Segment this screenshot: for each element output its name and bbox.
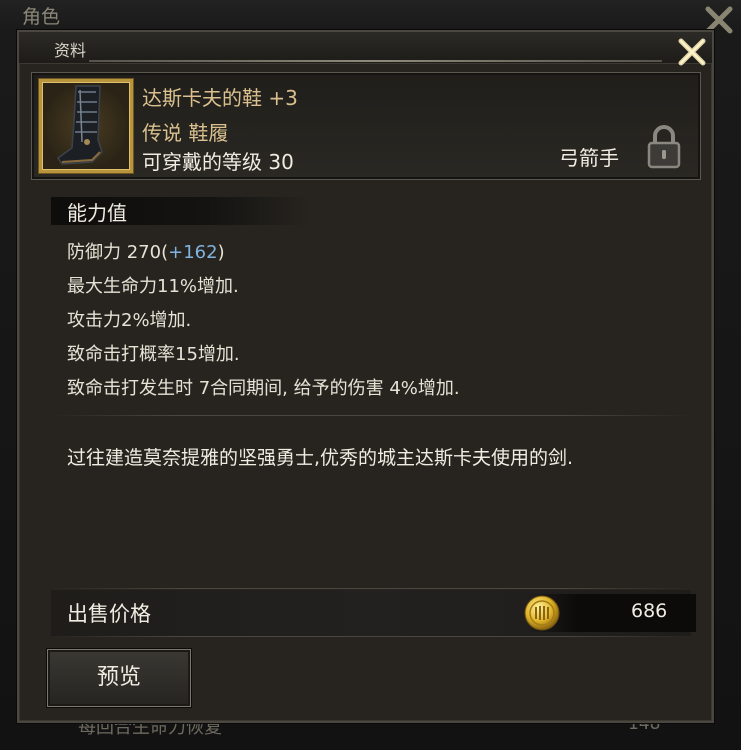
dialog-title: 资料 [54,41,87,60]
item-class-restriction: 弓箭手 [559,146,619,170]
item-header: 达斯卡夫的鞋 +3 传说 鞋履 可穿戴的等级 30 弓箭手 [31,72,701,180]
stat-line: 攻击力2%增加. [67,310,192,331]
dialog-header: 资料 [19,32,712,66]
stat-line: 致命击打发生时 7合同期间, 给予的伤害 4%增加. [67,378,460,399]
divider [51,415,691,416]
stat-defense-bonus: +162 [168,242,218,263]
item-level-requirement: 可穿戴的等级 30 [142,150,294,174]
divider [51,588,691,589]
stat-defense: 防御力 270(+162) [67,242,225,263]
item-info-dialog: 资料 达斯卡夫的鞋 +3 传说 鞋履 可穿戴的等级 30 弓箭手 能力值 防御力… [17,30,714,723]
item-type: 传说 鞋履 [142,121,229,145]
stats-section-header: 能力值 [51,197,311,225]
lock-icon[interactable] [646,123,682,169]
gold-coin-icon [524,595,560,631]
sell-price-row: 出售价格 686 [51,590,696,636]
preview-button[interactable]: 预览 [47,649,191,707]
item-name: 达斯卡夫的鞋 +3 [142,86,298,110]
sell-price-label: 出售价格 [67,602,151,626]
stat-line: 最大生命力11%增加. [67,276,239,297]
close-icon[interactable] [675,35,709,69]
sell-price-value: 686 [631,600,668,622]
item-description: 过往建造莫奈提雅的坚强勇士,优秀的城主达斯卡夫使用的剑. [67,447,574,469]
divider [51,636,691,637]
item-enhance-level: +3 [268,86,298,110]
character-window-title: 角色 [22,6,61,28]
stat-line: 致命击打概率15增加. [67,344,240,365]
boot-icon[interactable] [39,79,133,173]
stats-section-title: 能力值 [67,201,127,225]
